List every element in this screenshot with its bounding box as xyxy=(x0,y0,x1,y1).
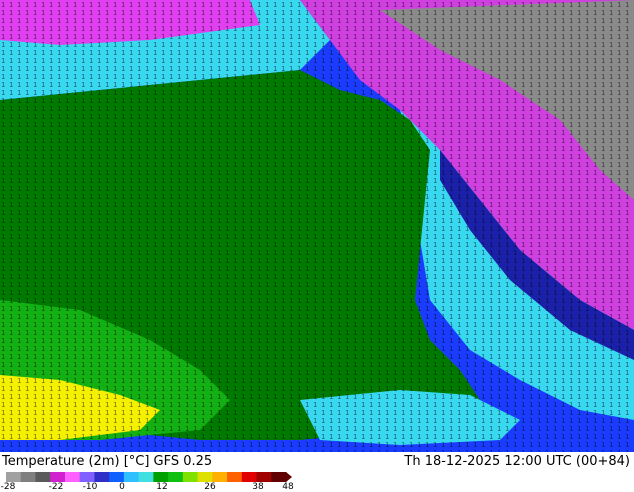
colorbar xyxy=(6,472,292,482)
map-timestamp: Th 18-12-2025 12:00 UTC (00+84) xyxy=(404,454,630,469)
colorbar-swatch xyxy=(94,472,110,482)
colorbar-tick-label: 38 xyxy=(252,482,264,492)
colorbar-tick-label: 26 xyxy=(204,482,216,492)
colorbar-swatch xyxy=(197,472,213,482)
colorbar-swatch xyxy=(241,472,258,482)
colorbar-swatch xyxy=(109,472,125,482)
value-texture xyxy=(0,0,634,452)
colorbar-tick-label: 0 xyxy=(119,482,125,492)
colorbar-swatch xyxy=(227,472,243,482)
colorbar-swatch xyxy=(212,472,228,482)
colorbar-tick-label: -10 xyxy=(82,482,98,492)
temperature-map: 1 xyxy=(0,0,634,452)
colorbar-swatch xyxy=(20,472,36,482)
colorbar-swatch xyxy=(50,472,66,482)
colorbar-swatch xyxy=(271,472,287,482)
colorbar-swatch xyxy=(168,472,184,482)
colorbar-swatch xyxy=(256,472,272,482)
colorbar-swatch xyxy=(6,472,22,482)
colorbar-swatch xyxy=(138,472,154,482)
colorbar-swatch xyxy=(182,472,199,482)
colorbar-tick-label: 12 xyxy=(156,482,168,492)
map-title: Temperature (2m) [°C] GFS 0.25 xyxy=(2,454,213,469)
colorbar-swatch xyxy=(153,472,169,482)
colorbar-tick-label: -22 xyxy=(48,482,64,492)
colorbar-tick-label: 48 xyxy=(282,482,294,492)
colorbar-swatch xyxy=(35,472,51,482)
colorbar-swatch xyxy=(64,472,81,482)
colorbar-arrow xyxy=(286,472,292,482)
colorbar-swatch xyxy=(79,472,95,482)
footer: Temperature (2m) [°C] GFS 0.25 Th 18-12-… xyxy=(0,452,634,492)
colorbar-swatch xyxy=(123,472,140,482)
colorbar-tick-label: -28 xyxy=(0,482,16,492)
